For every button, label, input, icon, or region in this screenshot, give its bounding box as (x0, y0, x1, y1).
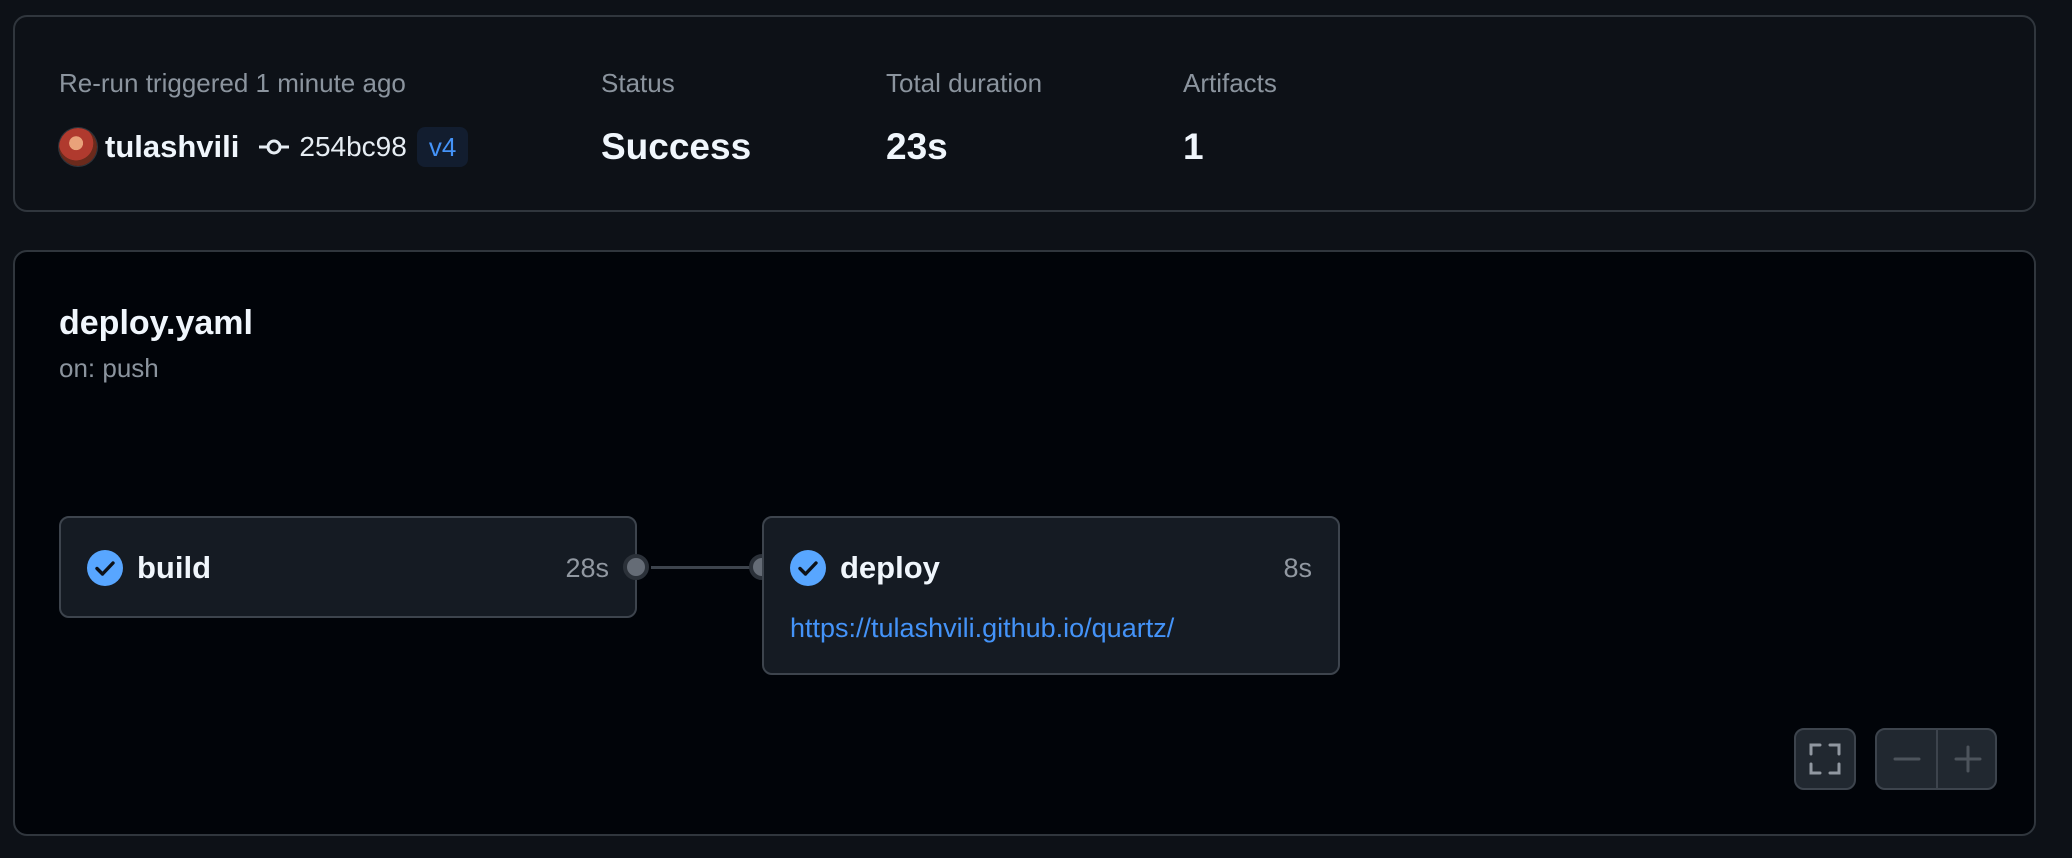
plus-icon (1954, 745, 1981, 773)
job-duration: 28s (565, 553, 609, 583)
run-summary-panel: Re-run triggered 1 minute ago tulashvili… (13, 15, 2036, 212)
status-column: Status Success (601, 66, 751, 170)
artifacts-label: Artifacts (1183, 68, 1277, 98)
tag-badge[interactable]: v4 (416, 127, 469, 167)
status-label: Status (601, 68, 675, 98)
job-name: build (137, 550, 212, 585)
fullscreen-button[interactable] (1794, 728, 1856, 790)
avatar[interactable] (59, 128, 97, 166)
workflow-graph-panel: deploy.yaml on: push build 28s deploy 8s… (13, 250, 2036, 836)
username-link[interactable]: tulashvili (105, 129, 239, 165)
job-header: deploy (790, 550, 940, 586)
trigger-label: Re-run triggered 1 minute ago (59, 68, 406, 98)
workflow-trigger: on: push (59, 353, 159, 383)
trigger-details: tulashvili 254bc98 v4 (59, 124, 469, 170)
zoom-out-button[interactable] (1877, 730, 1936, 788)
commit-sha-link[interactable]: 254bc98 (299, 131, 406, 163)
duration-label: Total duration (886, 68, 1043, 98)
job-connector (651, 566, 761, 569)
job-card-deploy[interactable]: deploy 8s https://tulashvili.github.io/q… (762, 516, 1340, 675)
deployment-url-link[interactable]: https://tulashvili.github.io/quartz/ (790, 613, 1174, 644)
fullscreen-icon (1796, 730, 1854, 788)
output-port (623, 554, 649, 580)
success-check-icon (790, 550, 826, 586)
artifacts-count-link[interactable]: 1 (1183, 124, 1277, 170)
job-card-build[interactable]: build 28s (59, 516, 637, 618)
zoom-in-button[interactable] (1938, 730, 1997, 788)
job-name: deploy (840, 550, 940, 585)
job-duration: 8s (1283, 553, 1312, 583)
duration-column: Total duration 23s (886, 66, 1042, 170)
zoom-controls (1875, 728, 1997, 790)
trigger-info: Re-run triggered 1 minute ago tulashvili… (59, 66, 469, 170)
artifacts-column: Artifacts 1 (1183, 66, 1277, 170)
git-commit-icon (259, 136, 290, 158)
job-header: build (87, 550, 211, 586)
duration-value: 23s (886, 126, 948, 167)
minus-icon (1893, 757, 1920, 761)
workflow-file-name: deploy.yaml (59, 304, 253, 342)
success-check-icon (87, 550, 123, 586)
status-value: Success (601, 126, 752, 167)
